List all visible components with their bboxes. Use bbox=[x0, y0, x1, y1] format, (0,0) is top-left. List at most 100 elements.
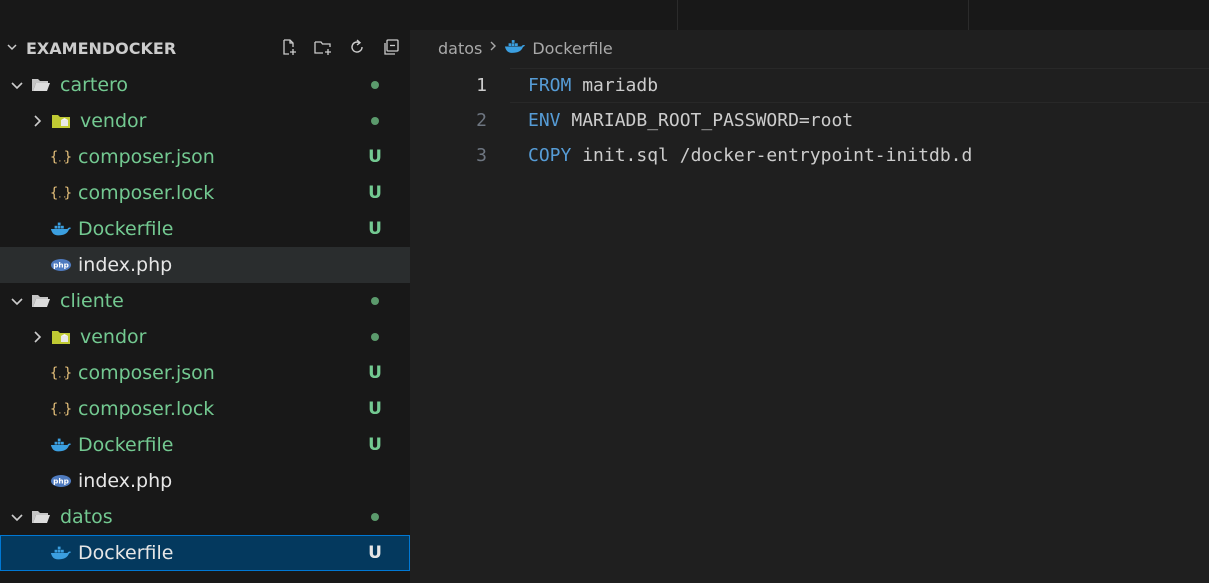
code-rest: mariadb bbox=[571, 75, 659, 96]
untracked-badge: U bbox=[368, 147, 382, 167]
editor-tab[interactable] bbox=[410, 0, 678, 30]
tree-folder-cartero[interactable]: cartero bbox=[0, 67, 410, 103]
tree-item-label: vendor bbox=[80, 110, 147, 132]
breadcrumb-folder[interactable]: datos bbox=[438, 39, 482, 58]
refresh-icon[interactable] bbox=[346, 35, 368, 59]
new-file-icon[interactable] bbox=[278, 35, 300, 59]
line-number: 3 bbox=[476, 145, 487, 166]
vendor-folder-icon bbox=[50, 327, 72, 347]
code-editor[interactable]: 1 FROM mariadb 2 ENV MARIADB_ROOT_PASSWO… bbox=[410, 68, 1209, 173]
tree-item-label: composer.json bbox=[78, 362, 215, 384]
tree-file-index-php[interactable]: php index.php bbox=[0, 247, 410, 283]
code-keyword: COPY bbox=[528, 145, 572, 166]
modified-dot bbox=[368, 319, 382, 355]
tree-item-label: Dockerfile bbox=[78, 218, 174, 240]
svg-text:php: php bbox=[53, 261, 69, 270]
editor-area: datos Dockerfile 1 FROM mariadb 2 ENV MA… bbox=[410, 0, 1209, 583]
collapse-all-icon[interactable] bbox=[380, 35, 402, 59]
tree-file-dockerfile[interactable]: Dockerfile U bbox=[0, 427, 410, 463]
tree-item-label: Dockerfile bbox=[78, 542, 174, 564]
svg-text:}: } bbox=[64, 402, 72, 418]
vscode-window: EXAMENDOCKER cartero vendor {..} compo… bbox=[0, 0, 1209, 583]
new-folder-icon[interactable] bbox=[312, 35, 334, 59]
breadcrumb-file[interactable]: Dockerfile bbox=[532, 39, 612, 58]
breadcrumb: datos Dockerfile bbox=[438, 35, 613, 61]
svg-text:}: } bbox=[64, 150, 72, 166]
chevron-right-icon[interactable] bbox=[30, 114, 44, 128]
docker-icon bbox=[50, 543, 72, 563]
tree-item-label: cliente bbox=[60, 290, 124, 312]
code-line[interactable]: 1 FROM mariadb bbox=[410, 68, 1209, 103]
code-keyword: ENV bbox=[528, 110, 561, 131]
code-rest: MARIADB_ROOT_PASSWORD=root bbox=[560, 110, 854, 131]
tree-item-label: datos bbox=[60, 506, 113, 528]
tree-file-composer-lock[interactable]: {..} composer.lock U bbox=[0, 175, 410, 211]
chevron-down-icon[interactable] bbox=[6, 41, 20, 56]
tree-folder-vendor[interactable]: vendor bbox=[0, 319, 410, 355]
json-file-icon: {..} bbox=[50, 399, 72, 419]
modified-dot bbox=[368, 67, 382, 103]
folder-open-icon bbox=[30, 291, 52, 311]
code-text: FROM mariadb bbox=[528, 75, 658, 96]
svg-text:php: php bbox=[53, 477, 69, 486]
json-file-icon: {..} bbox=[50, 183, 72, 203]
untracked-badge: U bbox=[368, 399, 382, 419]
explorer-title: EXAMENDOCKER bbox=[26, 38, 177, 58]
untracked-badge: U bbox=[368, 435, 382, 455]
tree-item-label: vendor bbox=[80, 326, 147, 348]
tree-item-label: Dockerfile bbox=[78, 434, 174, 456]
tree-file-composer-json[interactable]: {..} composer.json U bbox=[0, 139, 410, 175]
untracked-badge: U bbox=[368, 543, 382, 563]
tree-file-composer-json[interactable]: {..} composer.json U bbox=[0, 355, 410, 391]
tree-folder-vendor[interactable]: vendor bbox=[0, 103, 410, 139]
tree-item-label: composer.lock bbox=[78, 398, 215, 420]
docker-icon bbox=[50, 435, 72, 455]
tree-item-label: cartero bbox=[60, 74, 129, 96]
explorer-header[interactable]: EXAMENDOCKER bbox=[0, 31, 410, 65]
untracked-badge: U bbox=[368, 363, 382, 383]
tree-file-dockerfile-selected[interactable]: Dockerfile U bbox=[0, 535, 410, 571]
chevron-down-icon[interactable] bbox=[10, 510, 24, 524]
vendor-folder-icon bbox=[50, 111, 72, 131]
tree-folder-datos[interactable]: datos bbox=[0, 499, 410, 535]
untracked-badge: U bbox=[368, 183, 382, 203]
code-rest: init.sql /docker-entrypoint-initdb.d bbox=[571, 145, 973, 166]
explorer-sidebar: EXAMENDOCKER cartero vendor {..} compo… bbox=[0, 0, 410, 583]
tree-item-label: composer.lock bbox=[78, 182, 215, 204]
tree-item-label: index.php bbox=[78, 470, 173, 492]
svg-text:}: } bbox=[64, 366, 72, 382]
code-text: COPY init.sql /docker-entrypoint-initdb.… bbox=[528, 145, 972, 166]
folder-open-icon bbox=[30, 507, 52, 527]
chevron-down-icon[interactable] bbox=[10, 294, 24, 308]
chevron-right-icon[interactable] bbox=[30, 330, 44, 344]
svg-text:}: } bbox=[64, 186, 72, 202]
untracked-badge: U bbox=[368, 219, 382, 239]
json-file-icon: {..} bbox=[50, 147, 72, 167]
php-file-icon: php bbox=[50, 255, 72, 275]
folder-open-icon bbox=[30, 75, 52, 95]
tree-item-label: index.php bbox=[78, 254, 173, 276]
chevron-right-icon bbox=[488, 40, 498, 56]
tree-file-dockerfile[interactable]: Dockerfile U bbox=[0, 211, 410, 247]
modified-dot bbox=[368, 103, 382, 139]
code-keyword: FROM bbox=[528, 75, 572, 96]
file-tree: cartero vendor {..} composer.json U {..… bbox=[0, 67, 410, 571]
tree-item-label: composer.json bbox=[78, 146, 215, 168]
docker-icon bbox=[50, 219, 72, 239]
editor-tab[interactable] bbox=[678, 0, 969, 30]
code-line[interactable]: 3 COPY init.sql /docker-entrypoint-initd… bbox=[410, 138, 1209, 173]
tree-file-index-php[interactable]: php index.php bbox=[0, 463, 410, 499]
tree-folder-cliente[interactable]: cliente bbox=[0, 283, 410, 319]
line-number: 2 bbox=[476, 110, 487, 131]
editor-tabs-strip bbox=[410, 0, 1209, 30]
json-file-icon: {..} bbox=[50, 363, 72, 383]
docker-icon bbox=[504, 39, 526, 58]
code-line[interactable]: 2 ENV MARIADB_ROOT_PASSWORD=root bbox=[410, 103, 1209, 138]
modified-dot bbox=[368, 283, 382, 319]
modified-dot bbox=[368, 499, 382, 535]
tree-file-composer-lock[interactable]: {..} composer.lock U bbox=[0, 391, 410, 427]
php-file-icon: php bbox=[50, 471, 72, 491]
chevron-down-icon[interactable] bbox=[10, 78, 24, 92]
sidebar-top-strip bbox=[0, 0, 410, 32]
line-number: 1 bbox=[476, 75, 487, 96]
